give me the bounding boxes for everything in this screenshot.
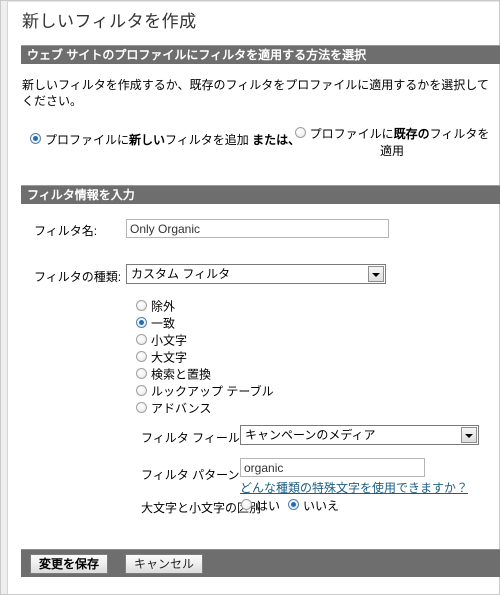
case-sensitive-radio-group: はい いいえ (241, 497, 347, 514)
radio-case-no-icon[interactable] (288, 499, 300, 511)
radio-option-exclude[interactable]: 除外 (136, 298, 500, 315)
radio-exclude-label: 除外 (151, 299, 176, 314)
radio-search-and-replace-icon[interactable] (136, 368, 147, 380)
radio-lookup-table-icon[interactable] (136, 385, 147, 397)
radio-uppercase-label: 大文字 (151, 350, 188, 365)
apply-method-conjunction: または、 (252, 132, 301, 147)
radio-option-case-no[interactable]: いいえ (288, 498, 340, 513)
filter-type-row: フィルタの種類: カスタム フィルタ (22, 264, 500, 290)
radio-option-search-and-replace[interactable]: 検索と置換 (136, 366, 500, 383)
radio-case-yes-label: はい (256, 498, 281, 513)
radio-include-label: 一致 (151, 316, 176, 331)
filter-field-selected-value: キャンペーンのメディア (245, 428, 376, 442)
filter-pattern-input[interactable]: organic (240, 458, 425, 477)
radio-lookup-table-label: ルックアップ テーブル (151, 384, 274, 399)
radio-option-existing-filter[interactable]: プロファイルに既存のフィルタを適用 (294, 125, 490, 159)
special-characters-help-link[interactable]: どんな種類の特殊文字を使用できますか？ (240, 479, 468, 496)
radio-case-no-label: いいえ (303, 498, 340, 513)
chevron-down-icon[interactable] (461, 427, 477, 443)
radio-lowercase-label: 小文字 (151, 333, 188, 348)
filter-pattern-label: フィルタ パターン (141, 468, 240, 482)
intro-text: 新しいフィルタを作成するか、既存のフィルタをプロファイルに適用するかを選択してく… (22, 78, 489, 108)
radio-option-lowercase[interactable]: 小文字 (136, 332, 500, 349)
filter-info-form: フィルタ名: Only Organic フィルタの種類: カスタム フィルタ 除… (8, 218, 500, 525)
radio-option-lookup-table[interactable]: ルックアップ テーブル (136, 383, 500, 400)
radio-lowercase-icon[interactable] (136, 334, 147, 346)
section-header-filter-info: フィルタ情報を入力 (21, 185, 500, 204)
custom-filter-type-radio-group: 除外 一致 小文字 大文字 検索と置換 ルックアップ テーブル アドバンス (8, 298, 500, 417)
radio-include-icon[interactable] (136, 317, 147, 329)
page-content: 新しいフィルタを作成 ウェブ サイトのプロファイルにフィルタを適用する方法を選択… (8, 0, 500, 595)
radio-existing-filter-emphasis: 既存の (393, 126, 430, 141)
section-header-apply-method: ウェブ サイトのプロファイルにフィルタを適用する方法を選択 (21, 45, 500, 64)
radio-option-include[interactable]: 一致 (136, 315, 500, 332)
radio-exclude-icon[interactable] (136, 300, 147, 312)
cancel-button[interactable]: キャンセル (125, 554, 204, 574)
radio-search-and-replace-label: 検索と置換 (151, 367, 212, 382)
filter-name-input[interactable]: Only Organic (126, 219, 389, 238)
save-button[interactable]: 変更を保存 (30, 554, 109, 574)
radio-new-filter-prefix: プロファイルに (45, 132, 130, 147)
filter-name-row: フィルタ名: Only Organic (22, 218, 500, 244)
radio-option-case-yes[interactable]: はい (241, 498, 281, 513)
footer-action-bar: 変更を保存 キャンセル (21, 549, 500, 577)
page-title: 新しいフィルタを作成 (22, 12, 197, 31)
apply-method-radio-group: プロファイルに新しいフィルタを追加 または、 プロファイルに既存のフィルタを適用 (8, 125, 500, 167)
filter-type-select[interactable]: カスタム フィルタ (126, 264, 386, 284)
filter-field-select[interactable]: キャンペーンのメディア (240, 425, 479, 445)
filter-field-label: フィルタ フィールド (141, 431, 252, 445)
radio-existing-filter-prefix: プロファイルに (309, 126, 394, 141)
create-filter-page: 新しいフィルタを作成 ウェブ サイトのプロファイルにフィルタを適用する方法を選択… (0, 0, 500, 595)
radio-option-advanced[interactable]: アドバンス (136, 400, 500, 417)
radio-option-new-filter[interactable]: プロファイルに新しいフィルタを追加 または、 (30, 131, 300, 148)
radio-advanced-icon[interactable] (136, 402, 147, 414)
radio-new-filter-icon[interactable] (30, 133, 41, 145)
radio-uppercase-icon[interactable] (136, 351, 147, 363)
radio-advanced-label: アドバンス (151, 401, 212, 416)
radio-option-uppercase[interactable]: 大文字 (136, 349, 500, 366)
filter-type-label: フィルタの種類: (34, 270, 122, 284)
radio-existing-filter-icon[interactable] (294, 127, 306, 139)
radio-new-filter-suffix: フィルタを追加 (165, 132, 253, 147)
radio-new-filter-emphasis: 新しい (129, 132, 166, 147)
radio-case-yes-icon[interactable] (241, 499, 252, 511)
filter-name-label: フィルタ名: (34, 224, 98, 238)
chevron-down-icon[interactable] (368, 266, 384, 282)
filter-type-selected-value: カスタム フィルタ (131, 267, 231, 281)
filter-detail-fields: フィルタ フィールド キャンペーンのメディア フィルタ パターン organic… (8, 425, 500, 525)
